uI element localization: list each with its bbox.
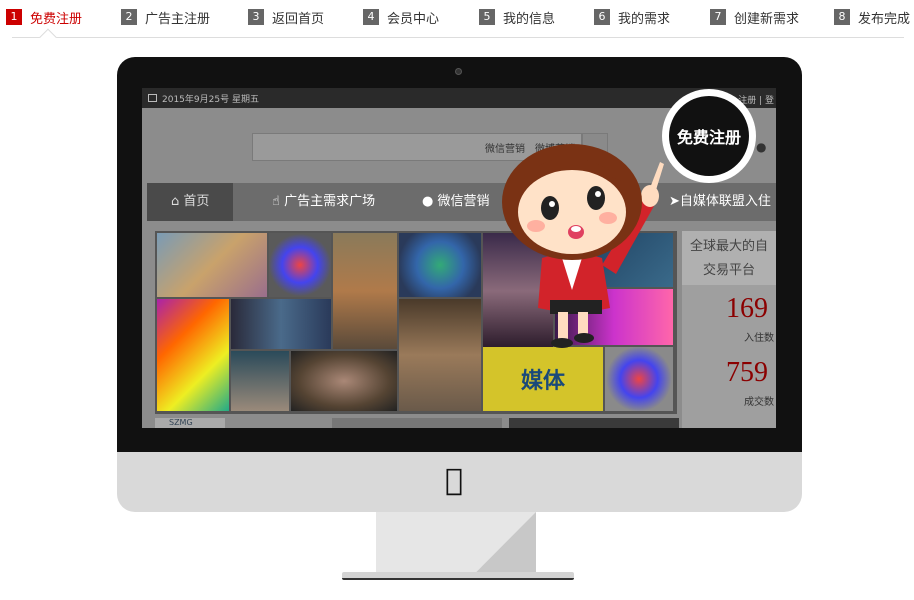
camera-icon [455, 68, 462, 75]
media-logo-text: 媒体 [520, 369, 565, 394]
register-bubble-button[interactable]: 免费注册 [669, 96, 749, 176]
nav-media-union[interactable]: ➤自媒体联盟入住 [669, 183, 771, 221]
people-tile [231, 299, 331, 349]
sidebar-headline-line2: 交易平台 [702, 263, 755, 278]
step-label: 返回首页 [272, 11, 325, 27]
step-label: 免费注册 [30, 11, 83, 27]
step-publish-done[interactable]: 8 发布完成 [834, 7, 910, 27]
step-number: 1 [6, 9, 22, 25]
step-my-info[interactable]: 5 我的信息 [479, 7, 555, 27]
stat-label: 入住数 [744, 333, 774, 344]
apple-logo-icon:  [445, 463, 463, 498]
rubik-tile [269, 233, 331, 297]
nav-ad-square[interactable]: ☝ 广告主需求广场 [272, 183, 375, 221]
step-label: 我的需求 [618, 11, 671, 27]
calendar-icon [148, 94, 157, 102]
screen-nav: ⌂ 首页 ☝ 广告主需求广场 ● 微信营销 ➤自媒体联盟入住 [147, 183, 776, 221]
user-icon[interactable]: ● [756, 140, 766, 154]
step-bar: 1 免费注册 2 广告主注册 3 返回首页 4 会员中心 5 我的信息 6 我的… [0, 0, 914, 34]
footer-strip [332, 418, 502, 428]
register-bubble-label: 免费注册 [676, 128, 741, 147]
photo-tile [157, 233, 267, 297]
step-create-need[interactable]: 7 创建新需求 [710, 7, 799, 27]
step-label: 创建新需求 [734, 11, 800, 27]
nav-home-label: 首页 [183, 194, 210, 209]
step-home[interactable]: 3 返回首页 [248, 7, 324, 27]
step-member-center[interactable]: 4 会员中心 [363, 7, 439, 27]
step-number: 4 [363, 9, 379, 25]
home-icon: ⌂ [171, 194, 184, 209]
date-text: 2015年9月25号 星期五 [162, 94, 259, 105]
rubik-tile [605, 347, 673, 411]
step-number: 6 [594, 9, 610, 25]
abstract-tile [157, 299, 229, 411]
nav-ad-square-label: 广告主需求广场 [284, 194, 376, 209]
mascot-girl [502, 144, 664, 348]
nav-wechat[interactable]: ● 微信营销 [422, 183, 490, 221]
step-number: 2 [121, 9, 137, 25]
nav-home[interactable]: ⌂ 首页 [147, 183, 234, 221]
step-number: 7 [710, 9, 726, 25]
brain-tile [291, 351, 397, 411]
step-divider [12, 37, 904, 38]
stat-count: 759 [726, 357, 768, 388]
step-label: 我的信息 [503, 11, 556, 27]
step-label: 广告主注册 [145, 11, 211, 27]
stats-sidebar: 全球最大的自 交易平台 169 入住数 759 成交数 [682, 231, 776, 428]
monitor-base [342, 572, 574, 580]
step-number: 5 [479, 9, 495, 25]
nav-media-union-label: 自媒体联盟入住 [679, 194, 771, 209]
footer-strip [509, 418, 679, 428]
step-advertiser-register[interactable]: 2 广告主注册 [121, 7, 210, 27]
nav-wechat-label: 微信营销 [437, 194, 490, 209]
step-register[interactable]: 1 免费注册 [6, 7, 82, 27]
stat-label: 成交数 [744, 397, 774, 408]
hand-icon: ☝ [272, 194, 285, 209]
wechat-icon: ● [422, 194, 438, 209]
step-number: 3 [248, 9, 264, 25]
media-logo-tile: 媒体 [483, 347, 603, 411]
sidebar-headline: 全球最大的自 交易平台 [682, 231, 776, 285]
girl-tile [231, 351, 289, 411]
step-number: 8 [834, 9, 850, 25]
footer-logo: SZMG [155, 418, 225, 428]
step-label: 会员中心 [387, 11, 440, 27]
sidebar-headline-line1: 全球最大的自 [689, 239, 768, 254]
stat-count: 169 [726, 293, 768, 324]
step-label: 发布完成 [858, 11, 911, 27]
cartoon-tile [333, 233, 397, 349]
rubik-tile [399, 233, 481, 297]
woman-tile [399, 299, 481, 411]
step-my-needs[interactable]: 6 我的需求 [594, 7, 670, 27]
